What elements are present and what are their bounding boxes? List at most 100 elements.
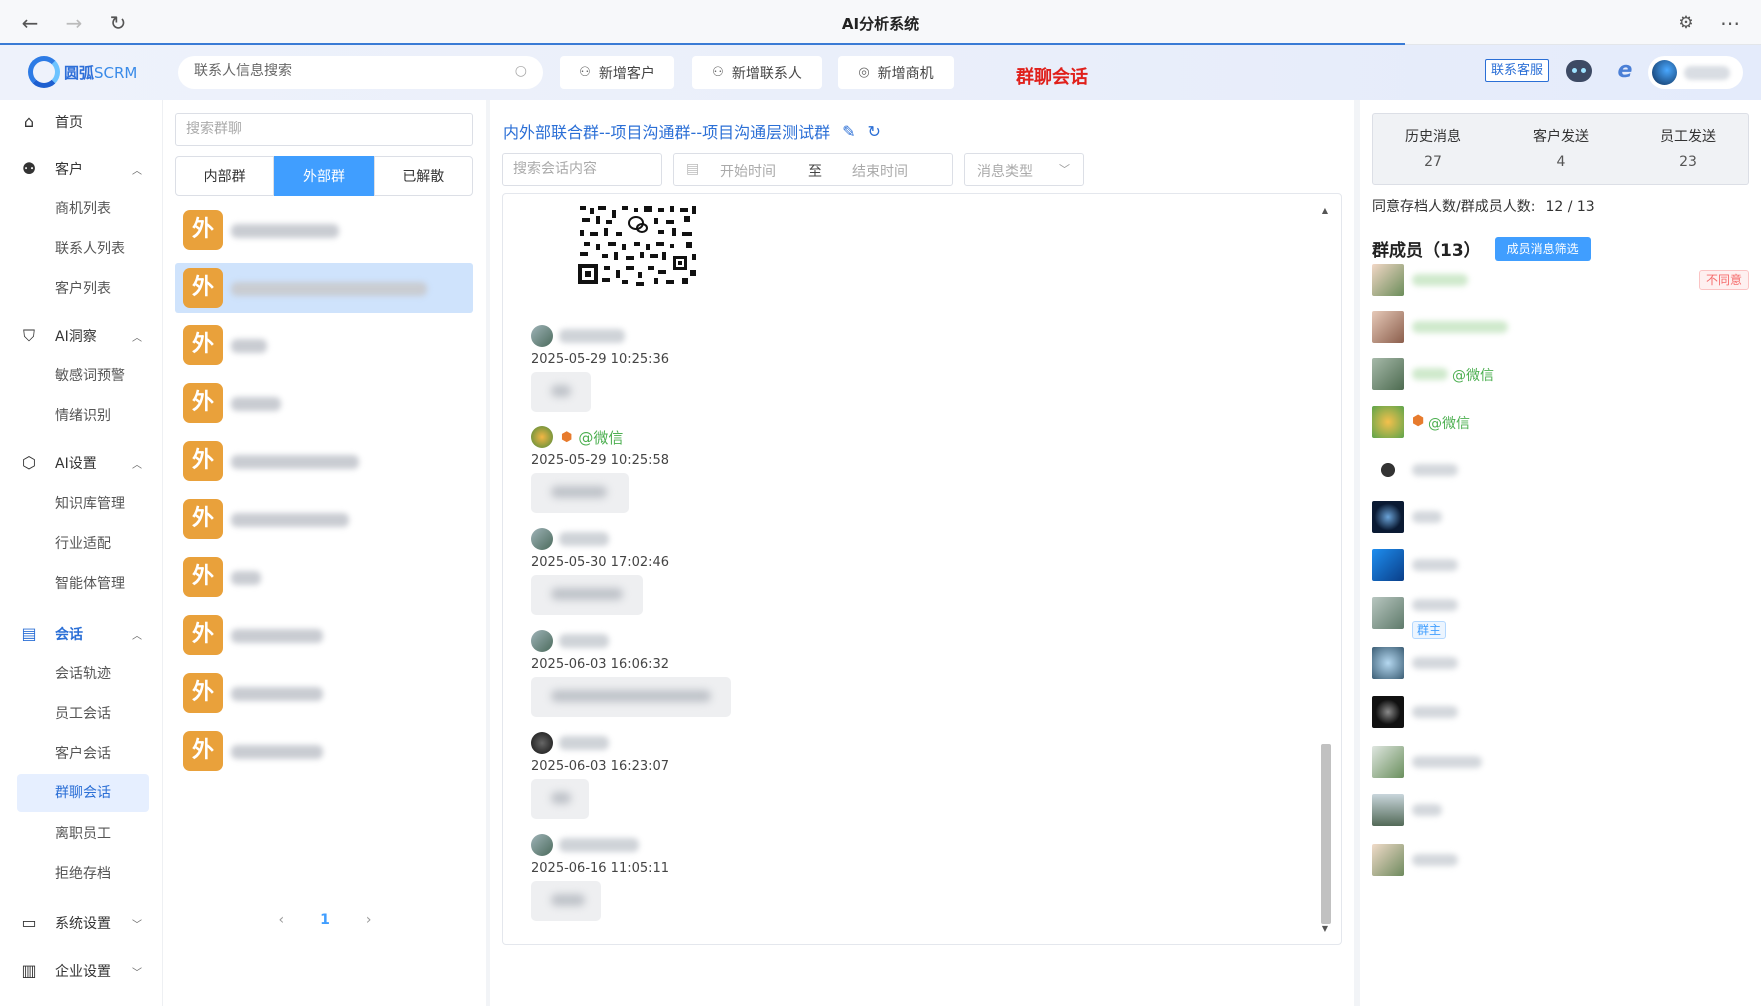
- message-list[interactable]: 2025-05-29 10:25:36 ⬢ @微信 2025-05-29 10:2…: [502, 193, 1342, 945]
- menu-session[interactable]: ▤ 会话 ︿: [0, 614, 162, 654]
- scroll-thumb[interactable]: [1321, 744, 1331, 924]
- target-icon: ◎: [858, 65, 870, 80]
- sidebar-item-customers[interactable]: 客户列表: [17, 270, 149, 308]
- member-row[interactable]: 不同意: [1372, 260, 1749, 300]
- date-range-picker[interactable]: ▤ 开始时间 至 结束时间: [673, 153, 953, 186]
- add-contact-button[interactable]: ⚇ 新增联系人: [692, 56, 822, 89]
- tab-internal[interactable]: 内部群: [175, 156, 275, 196]
- scroll-down-icon[interactable]: ▼: [1319, 924, 1331, 933]
- group-search-input[interactable]: [186, 121, 456, 137]
- sidebar-item-reject-archive[interactable]: 拒绝存档: [17, 855, 149, 893]
- external-badge: 外: [183, 615, 223, 655]
- contact-service-button[interactable]: 联系客服: [1485, 59, 1550, 82]
- next-page-icon[interactable]: ›: [366, 912, 372, 928]
- menu-ai-settings[interactable]: ⬡ AI设置 ︿: [0, 443, 162, 483]
- menu-customer[interactable]: ⚉ 客户 ︿: [0, 149, 162, 189]
- list-item[interactable]: 外: [175, 378, 473, 428]
- member-row[interactable]: [1372, 307, 1749, 347]
- member-row[interactable]: [1372, 545, 1749, 585]
- menu-ai-insight[interactable]: ⛉ AI洞察 ︿: [0, 316, 162, 356]
- tab-dissolved[interactable]: 已解散: [373, 156, 473, 196]
- list-item[interactable]: 外: [175, 726, 473, 776]
- member-row[interactable]: [1372, 692, 1749, 732]
- menu-enterprise-settings[interactable]: ▥ 企业设置 ﹀: [0, 951, 162, 991]
- end-date[interactable]: 结束时间: [852, 161, 908, 181]
- scroll-up-icon[interactable]: ▲: [1319, 206, 1331, 215]
- external-badge: 外: [183, 731, 223, 771]
- list-item[interactable]: 外: [175, 668, 473, 718]
- robot-assistant-icon[interactable]: [1566, 60, 1592, 82]
- sender-avatar: [531, 732, 553, 754]
- member-avatar: [1372, 746, 1404, 778]
- sender-avatar: [531, 426, 553, 448]
- sidebar-item-staff-session[interactable]: 员工会话: [17, 695, 149, 733]
- more-menu-icon[interactable]: ⋯: [1718, 11, 1742, 35]
- list-item[interactable]: 外: [175, 263, 473, 313]
- home-icon: ⌂: [23, 112, 35, 131]
- add-customer-button[interactable]: ⚇ 新增客户: [560, 56, 674, 89]
- sidebar-item-contacts[interactable]: 联系人列表: [17, 230, 149, 268]
- app-logo[interactable]: 圆弧SCRM: [28, 55, 137, 89]
- member-row[interactable]: [1372, 450, 1749, 490]
- message-bubble[interactable]: [531, 473, 629, 513]
- message-bubble[interactable]: [531, 372, 591, 412]
- list-item[interactable]: 外: [175, 610, 473, 660]
- group-search[interactable]: [175, 113, 473, 146]
- member-row[interactable]: [1372, 742, 1749, 782]
- sidebar-item-departed-staff[interactable]: 离职员工: [17, 815, 149, 853]
- edit-icon[interactable]: ✎: [842, 122, 855, 141]
- member-row[interactable]: @微信: [1372, 354, 1749, 394]
- page-number[interactable]: 1: [320, 912, 330, 928]
- chat-search[interactable]: [502, 153, 662, 186]
- chat-scrollbar[interactable]: ▲ ▼: [1319, 204, 1331, 939]
- add-opportunity-button[interactable]: ◎ 新增商机: [838, 56, 954, 89]
- sidebar-item-emotion[interactable]: 情绪识别: [17, 397, 149, 435]
- qr-code-image[interactable]: [578, 204, 698, 286]
- sidebar-item-opportunities[interactable]: 商机列表: [17, 190, 149, 228]
- menu-home[interactable]: ⌂ 首页: [0, 102, 162, 142]
- member-row[interactable]: [1372, 497, 1749, 537]
- browser-e-icon[interactable]: e: [1612, 58, 1638, 84]
- sidebar-item-sensitive-words[interactable]: 敏感词预警: [17, 357, 149, 395]
- contact-search-input[interactable]: [194, 63, 494, 79]
- message-type-select[interactable]: 消息类型 ﹀: [964, 153, 1084, 186]
- message-bubble[interactable]: [531, 575, 643, 615]
- search-icon[interactable]: ○: [515, 63, 527, 79]
- list-item[interactable]: 外: [175, 494, 473, 544]
- tab-external[interactable]: 外部群: [274, 156, 374, 196]
- menu-system-settings[interactable]: ▭ 系统设置 ﹀: [0, 903, 162, 943]
- sidebar-item-industry[interactable]: 行业适配: [17, 525, 149, 563]
- member-row[interactable]: 群主: [1372, 593, 1749, 639]
- member-row[interactable]: [1372, 790, 1749, 830]
- external-badge: 外: [183, 383, 223, 423]
- sidebar-item-session-trace[interactable]: 会话轨迹: [17, 655, 149, 693]
- prev-page-icon[interactable]: ‹: [279, 912, 285, 928]
- list-item[interactable]: 外: [175, 205, 473, 255]
- sidebar-item-agents[interactable]: 智能体管理: [17, 565, 149, 603]
- message-bubble[interactable]: [531, 779, 589, 819]
- refresh-icon[interactable]: ↻: [868, 122, 881, 141]
- contact-search[interactable]: ○: [178, 56, 543, 89]
- sender-avatar: [531, 834, 553, 856]
- chat-search-input[interactable]: [513, 161, 653, 177]
- start-date[interactable]: 开始时间: [720, 161, 776, 181]
- member-row[interactable]: ⬢ @微信: [1372, 402, 1749, 442]
- member-name-blurred: [1412, 599, 1458, 611]
- list-item[interactable]: 外: [175, 436, 473, 486]
- group-tabs: 内部群 外部群 已解散: [175, 156, 473, 196]
- user-menu[interactable]: [1648, 56, 1743, 89]
- list-item[interactable]: 外: [175, 552, 473, 602]
- message-bubble[interactable]: [531, 677, 731, 717]
- hex-settings-icon: ⬡: [22, 453, 36, 472]
- list-item[interactable]: 外: [175, 320, 473, 370]
- sidebar-item-customer-session[interactable]: 客户会话: [17, 735, 149, 773]
- sidebar-item-group-session[interactable]: 群聊会话: [17, 774, 149, 812]
- message-bubble[interactable]: [531, 881, 601, 921]
- member-row[interactable]: [1372, 840, 1749, 880]
- member-row[interactable]: [1372, 643, 1749, 683]
- sidebar-item-knowledge[interactable]: 知识库管理: [17, 485, 149, 523]
- message-time: 2025-05-29 10:25:58: [531, 453, 670, 468]
- settings-gear-icon[interactable]: ⚙: [1674, 11, 1698, 35]
- member-name-blurred: [1412, 804, 1442, 816]
- member-filter-button[interactable]: 成员消息筛选: [1494, 236, 1591, 261]
